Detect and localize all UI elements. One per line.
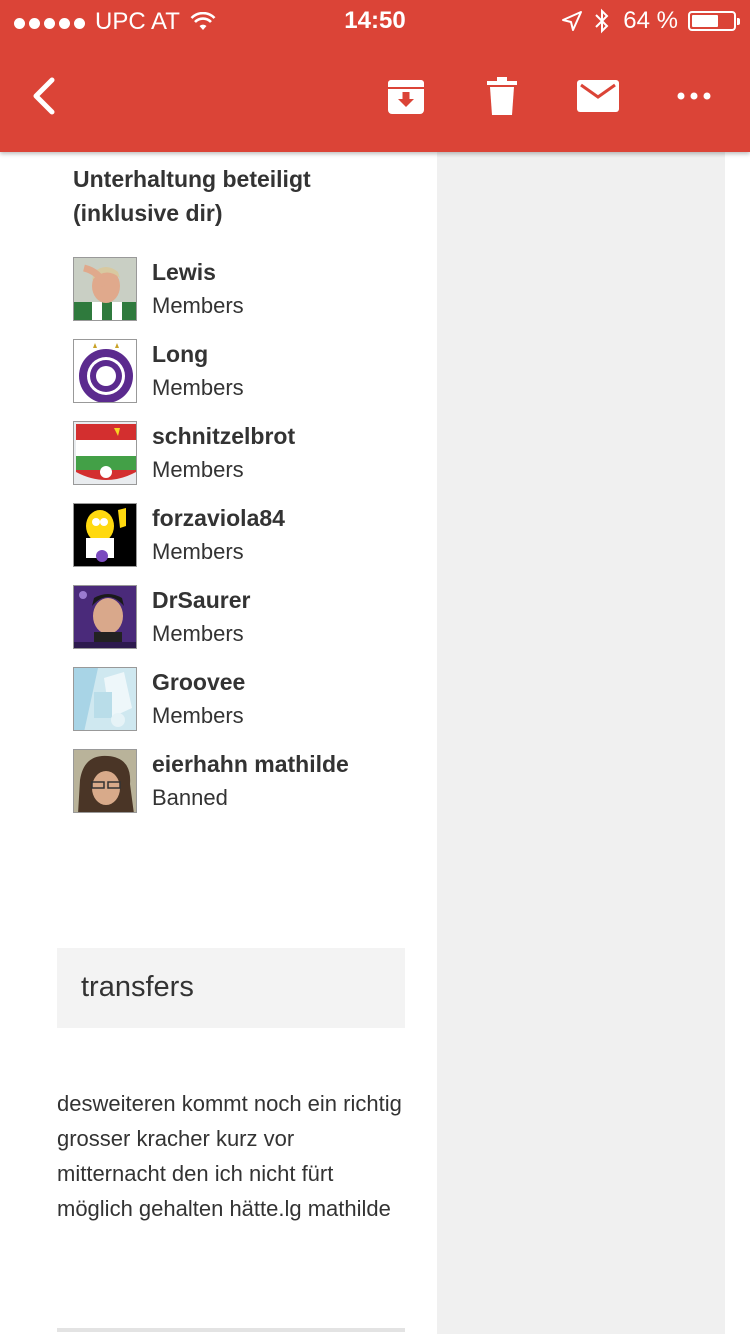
avatar[interactable] — [73, 257, 137, 321]
bluetooth-icon — [595, 8, 609, 34]
member-name[interactable]: Long — [152, 341, 208, 368]
member-role: Members — [152, 293, 244, 318]
member-item[interactable]: schnitzelbrot Members — [73, 421, 413, 489]
member-name[interactable]: DrSaurer — [152, 587, 250, 614]
member-name[interactable]: forzaviola84 — [152, 505, 285, 532]
member-item[interactable]: Lewis Members — [73, 257, 413, 325]
avatar[interactable] — [73, 667, 137, 731]
avatar[interactable] — [73, 339, 137, 403]
member-role: Banned — [152, 785, 228, 810]
participants-heading: Unterhaltung beteiligt (inklusive dir) — [73, 166, 311, 226]
conversation-content: Unterhaltung beteiligt (inklusive dir) L… — [0, 152, 437, 1334]
member-role: Members — [152, 375, 244, 400]
status-right: 64 % — [561, 7, 740, 35]
mail-icon — [577, 80, 619, 112]
more-button[interactable] — [670, 74, 718, 118]
side-column — [437, 152, 725, 1334]
post-title-box: transfers — [57, 948, 405, 1028]
back-chevron-icon — [33, 77, 55, 115]
post-title: transfers — [81, 971, 194, 1003]
avatar[interactable] — [73, 585, 137, 649]
member-role: Members — [152, 703, 244, 728]
archive-icon — [388, 80, 424, 114]
location-arrow-icon — [562, 11, 583, 31]
avatar[interactable] — [73, 503, 137, 567]
member-role: Members — [152, 539, 244, 564]
delete-button[interactable] — [478, 74, 526, 118]
member-role: Members — [152, 621, 244, 646]
member-name[interactable]: Groovee — [152, 669, 245, 696]
mark-unread-button[interactable] — [574, 74, 622, 118]
post-body: desweiteren kommt noch ein richtig gross… — [57, 1091, 402, 1221]
member-item[interactable]: forzaviola84 Members — [73, 503, 413, 571]
status-bar: UPC AT 14:50 64 % — [0, 0, 750, 40]
avatar[interactable] — [73, 749, 137, 813]
member-item[interactable]: DrSaurer Members — [73, 585, 413, 653]
member-name[interactable]: schnitzelbrot — [152, 423, 295, 450]
member-name[interactable]: eierhahn mathilde — [152, 751, 349, 778]
back-button[interactable] — [26, 76, 66, 120]
member-item[interactable]: Long Members — [73, 339, 413, 407]
avatar[interactable] — [73, 421, 137, 485]
member-role: Members — [152, 457, 244, 482]
divider — [57, 1328, 405, 1332]
member-name[interactable]: Lewis — [152, 259, 216, 286]
member-item[interactable]: eierhahn mathilde Banned — [73, 749, 413, 817]
archive-button[interactable] — [382, 74, 430, 118]
battery-icon — [688, 11, 740, 31]
trash-icon — [487, 77, 517, 115]
member-item[interactable]: Groovee Members — [73, 667, 413, 735]
more-icon — [677, 92, 711, 100]
app-header: UPC AT 14:50 64 % — [0, 0, 750, 152]
battery-percent: 64 % — [623, 7, 678, 34]
battery-fill — [692, 15, 718, 27]
